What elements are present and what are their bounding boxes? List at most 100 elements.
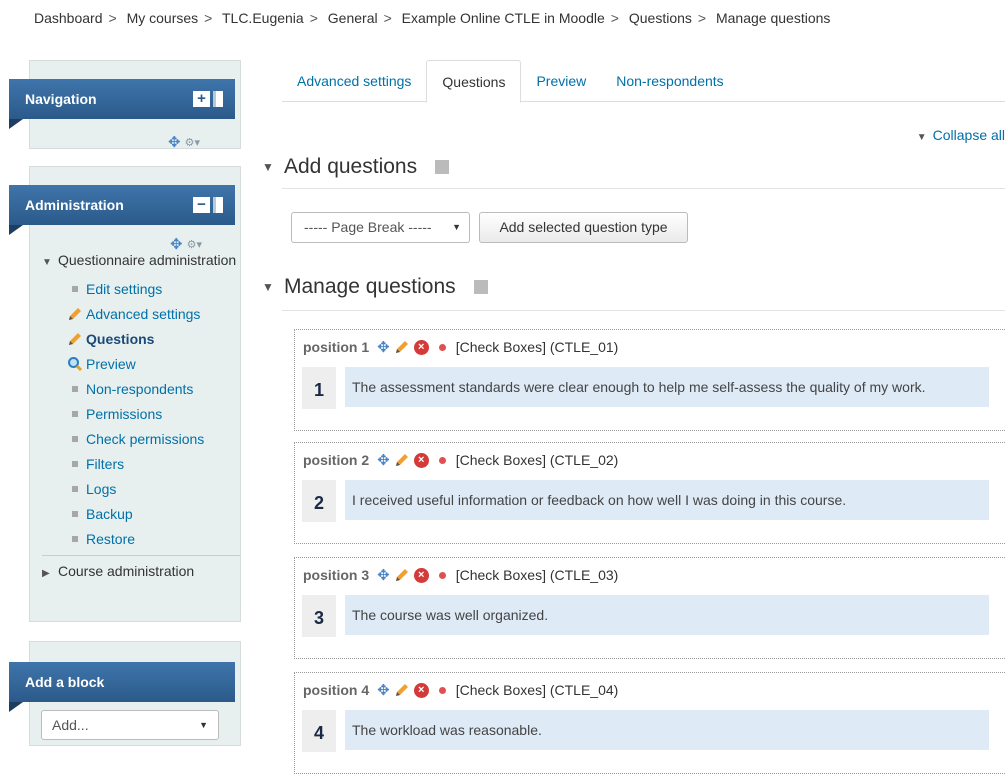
bullet-icon bbox=[64, 460, 86, 467]
admin-item-link[interactable]: Backup bbox=[86, 506, 133, 522]
triangle-down-icon: ▼ bbox=[262, 160, 274, 174]
admin-item[interactable]: Advanced settings bbox=[64, 301, 240, 326]
navigation-block-actions: ✥ ⚙▾ bbox=[168, 133, 200, 151]
pencil-icon[interactable] bbox=[394, 452, 410, 468]
question-actions: ✥ × bbox=[377, 338, 446, 356]
admin-item-link[interactable]: Preview bbox=[86, 356, 136, 372]
help-icon[interactable] bbox=[473, 280, 488, 294]
admin-item[interactable]: Preview bbox=[64, 351, 240, 376]
breadcrumb-questions[interactable]: Questions bbox=[629, 10, 692, 26]
question-header: position 1 ✥ × [Check Boxes] (CTLE_01) bbox=[303, 338, 618, 356]
breadcrumb: Dashboard > My courses > TLC.Eugenia > Gene… bbox=[34, 10, 831, 26]
gear-icon[interactable]: ⚙▾ bbox=[185, 136, 200, 149]
manage-questions-header[interactable]: ▼ Manage questions bbox=[262, 275, 488, 299]
triangle-down-icon: ▼ bbox=[42, 257, 52, 268]
admin-item-link[interactable]: Filters bbox=[86, 456, 124, 472]
admin-item-link[interactable]: Advanced settings bbox=[86, 306, 200, 322]
question-type: [Check Boxes] (CTLE_03) bbox=[455, 567, 619, 583]
admin-item-link[interactable]: Permissions bbox=[86, 406, 162, 422]
bullet-icon bbox=[64, 410, 86, 417]
breadcrumb-course[interactable]: TLC.Eugenia bbox=[222, 10, 304, 26]
collapse-icon[interactable]: − bbox=[193, 197, 210, 213]
admin-item[interactable]: Restore bbox=[64, 526, 240, 551]
administration-block-header[interactable]: Administration − bbox=[9, 185, 235, 225]
administration-tree: ▼ Questionnaire administration Edit sett… bbox=[42, 251, 240, 587]
tab-item[interactable]: Non-respondents bbox=[601, 60, 738, 101]
dock-icon[interactable] bbox=[213, 91, 223, 107]
breadcrumb-general[interactable]: General bbox=[328, 10, 378, 26]
move-icon[interactable]: ✥ bbox=[377, 338, 390, 356]
required-dot-icon[interactable] bbox=[438, 343, 446, 351]
add-questions-title: Add questions bbox=[284, 155, 418, 178]
question-actions: ✥ × bbox=[377, 451, 446, 469]
question-position: position 4 bbox=[303, 682, 370, 698]
breadcrumb-activity[interactable]: Example Online CTLE in Moodle bbox=[402, 10, 605, 26]
admin-item[interactable]: Non-respondents bbox=[64, 376, 240, 401]
question-text: The assessment standards were clear enou… bbox=[345, 367, 989, 407]
admin-item-link[interactable]: Restore bbox=[86, 531, 135, 547]
question-item: position 2 ✥ × [Check Boxes] (CTLE_02) 2 I re… bbox=[294, 442, 1005, 544]
dock-icon[interactable] bbox=[213, 197, 223, 213]
questionnaire-admin-label: Questionnaire administration bbox=[58, 252, 237, 268]
admin-item-link[interactable]: Logs bbox=[86, 481, 116, 497]
administration-block: Administration − ✥ ⚙▾ ▼ Questionnaire ad… bbox=[9, 166, 241, 622]
move-icon[interactable]: ✥ bbox=[377, 681, 390, 699]
required-dot-icon[interactable] bbox=[438, 456, 446, 464]
required-dot-icon[interactable] bbox=[438, 571, 446, 579]
question-number: 3 bbox=[302, 595, 336, 637]
move-icon[interactable]: ✥ bbox=[377, 451, 390, 469]
move-icon[interactable]: ✥ bbox=[168, 133, 181, 151]
question-header: position 4 ✥ × [Check Boxes] (CTLE_04) bbox=[303, 681, 618, 699]
bullet-icon bbox=[64, 485, 86, 492]
bullet-icon bbox=[64, 510, 86, 517]
admin-item[interactable]: Logs bbox=[64, 476, 240, 501]
admin-item-link[interactable]: Edit settings bbox=[86, 281, 162, 297]
delete-icon[interactable]: × bbox=[413, 682, 429, 698]
pencil-icon[interactable] bbox=[394, 682, 410, 698]
navigation-block-header[interactable]: Navigation + bbox=[9, 79, 235, 119]
tab-item[interactable]: Preview bbox=[521, 60, 601, 101]
admin-item[interactable]: Check permissions bbox=[64, 426, 240, 451]
caret-down-icon: ▼ bbox=[199, 720, 208, 730]
collapse-all-link[interactable]: ▼ Collapse all bbox=[917, 127, 1005, 143]
required-dot-icon[interactable] bbox=[438, 686, 446, 694]
admin-item[interactable]: Edit settings bbox=[64, 276, 240, 301]
question-position: position 2 bbox=[303, 452, 370, 468]
breadcrumb-dashboard[interactable]: Dashboard bbox=[34, 10, 103, 26]
question-type-select[interactable]: ----- Page Break ----- ▼ bbox=[291, 212, 470, 243]
section-divider bbox=[282, 188, 1005, 189]
magnifier-icon bbox=[64, 356, 86, 372]
admin-item-link[interactable]: Questions bbox=[86, 331, 154, 347]
move-icon[interactable]: ✥ bbox=[377, 566, 390, 584]
question-type: [Check Boxes] (CTLE_04) bbox=[455, 682, 619, 698]
tab-item[interactable]: Advanced settings bbox=[282, 60, 426, 101]
help-icon[interactable] bbox=[435, 160, 450, 174]
tab-bar: Advanced settings Questions Preview Non-res… bbox=[282, 60, 1005, 103]
question-text: The workload was reasonable. bbox=[345, 710, 989, 750]
admin-item-link[interactable]: Non-respondents bbox=[86, 381, 193, 397]
add-question-type-button[interactable]: Add selected question type bbox=[479, 212, 688, 243]
add-questions-header[interactable]: ▼ Add questions bbox=[262, 155, 450, 179]
admin-item[interactable]: Permissions bbox=[64, 401, 240, 426]
triangle-down-icon: ▼ bbox=[916, 132, 927, 143]
course-admin-label: Course administration bbox=[58, 563, 195, 579]
delete-icon[interactable]: × bbox=[413, 339, 429, 355]
tab-item[interactable]: Questions bbox=[426, 60, 522, 103]
question-item: position 1 ✥ × [Check Boxes] (CTLE_01) 1 The … bbox=[294, 329, 1005, 431]
admin-item-link[interactable]: Check permissions bbox=[86, 431, 204, 447]
breadcrumb-my-courses[interactable]: My courses bbox=[127, 10, 199, 26]
pencil-icon[interactable] bbox=[394, 339, 410, 355]
bullet-icon bbox=[64, 435, 86, 442]
delete-icon[interactable]: × bbox=[413, 452, 429, 468]
admin-item[interactable]: Backup bbox=[64, 501, 240, 526]
gear-icon[interactable]: ⚙▾ bbox=[187, 238, 202, 251]
expand-icon[interactable]: + bbox=[193, 91, 210, 107]
delete-icon[interactable]: × bbox=[413, 567, 429, 583]
admin-item[interactable]: Questions bbox=[64, 326, 240, 351]
course-admin-node[interactable]: ▶ Course administration bbox=[42, 562, 240, 583]
admin-item[interactable]: Filters bbox=[64, 451, 240, 476]
questionnaire-admin-node[interactable]: ▼ Questionnaire administration bbox=[42, 251, 240, 272]
add-block-select[interactable]: Add... ▼ bbox=[41, 710, 219, 740]
pencil-icon[interactable] bbox=[394, 567, 410, 583]
question-item: position 4 ✥ × [Check Boxes] (CTLE_04) 4 The … bbox=[294, 672, 1005, 774]
